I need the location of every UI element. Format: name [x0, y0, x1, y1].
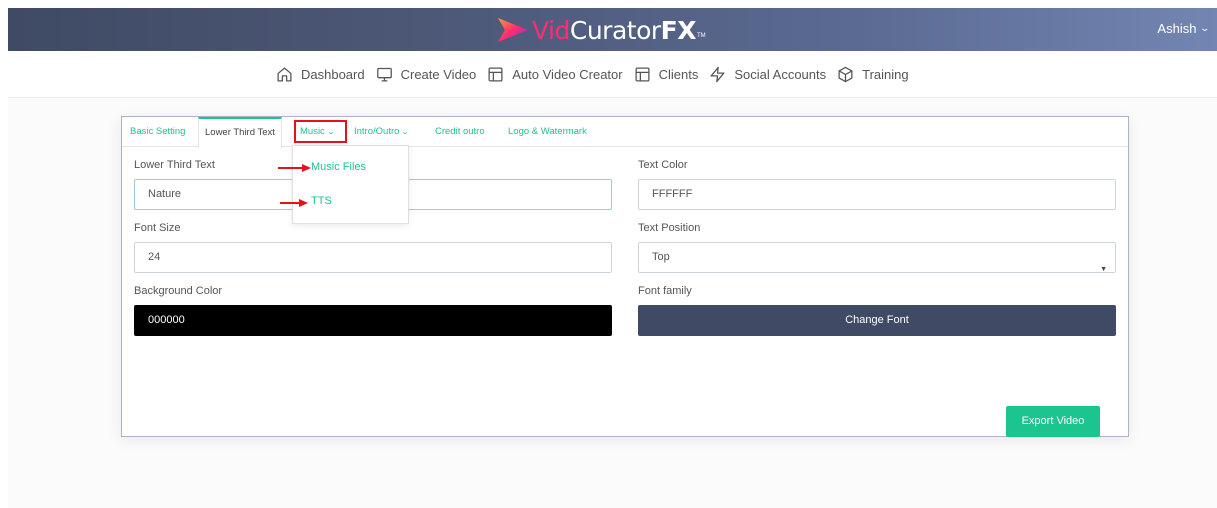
- logo-text-vid: Vid: [532, 15, 570, 45]
- logo-play-icon: [498, 18, 528, 42]
- nav-label: Clients: [658, 67, 699, 82]
- background-color-label: Background Color: [134, 285, 223, 297]
- user-name: Ashish: [1157, 21, 1197, 36]
- logo-text-fx: FX: [660, 15, 697, 45]
- export-video-button[interactable]: Export Video: [1006, 406, 1100, 437]
- tab-credit-outro[interactable]: Credit outro: [435, 117, 485, 147]
- change-font-button[interactable]: Change Font: [638, 305, 1116, 336]
- lower-third-text-label: Lower Third Text: [134, 159, 215, 171]
- annotation-highlight-box: [294, 120, 347, 143]
- text-position-label: Text Position: [638, 222, 701, 234]
- zap-icon: [710, 66, 725, 83]
- nav-label: Social Accounts: [734, 67, 827, 82]
- chevron-down-icon: ⌄: [401, 129, 410, 136]
- logo-text-curator: Curator: [569, 15, 661, 45]
- text-color-label: Text Color: [638, 159, 688, 171]
- music-dropdown-menu: Music Files TTS: [292, 145, 409, 224]
- menu-item-music-files[interactable]: Music Files: [311, 161, 366, 173]
- logo-trademark: TM: [697, 33, 706, 39]
- main-nav: Dashboard Create Video Auto Video Creato…: [8, 51, 1217, 98]
- font-size-input[interactable]: 24: [134, 242, 612, 273]
- background-color-input[interactable]: 000000: [134, 305, 612, 336]
- annotation-arrow-icon: [280, 199, 308, 207]
- app-logo[interactable]: VidCuratorFX TM: [496, 14, 706, 46]
- tab-basic-setting[interactable]: Basic Setting: [130, 117, 185, 147]
- tab-intro-outro[interactable]: Intro/Outro ⌄: [354, 117, 410, 147]
- video-settings-card: Basic Setting Lower Third Text Music ⌄ In…: [121, 116, 1129, 437]
- chevron-down-icon: ⌄: [1199, 23, 1211, 33]
- user-menu[interactable]: Ashish ⌄: [1157, 21, 1211, 36]
- text-color-input[interactable]: FFFFFF: [638, 179, 1116, 210]
- font-family-label: Font family: [638, 285, 692, 297]
- font-size-label: Font Size: [134, 222, 181, 234]
- tab-logo-watermark[interactable]: Logo & Watermark: [508, 117, 587, 147]
- home-icon: [277, 67, 292, 82]
- nav-item-dashboard[interactable]: Dashboard: [276, 66, 365, 83]
- layout-icon: [488, 67, 503, 82]
- nav-item-auto-video-creator[interactable]: Auto Video Creator: [487, 66, 623, 83]
- monitor-icon: [376, 67, 392, 82]
- nav-label: Create Video: [400, 67, 477, 82]
- nav-item-clients[interactable]: Clients: [634, 66, 699, 83]
- nav-label: Dashboard: [301, 67, 365, 82]
- tab-lower-third-text[interactable]: Lower Third Text: [198, 117, 282, 148]
- settings-tabs: Basic Setting Lower Third Text Music ⌄ In…: [122, 117, 1128, 148]
- text-position-select[interactable]: Top ▼: [638, 242, 1116, 273]
- nav-item-create-video[interactable]: Create Video: [376, 66, 477, 83]
- nav-item-training[interactable]: Training: [837, 66, 909, 83]
- nav-label: Training: [862, 67, 909, 82]
- top-bar: VidCuratorFX TM Ashish ⌄: [8, 8, 1217, 51]
- layout-icon: [635, 67, 650, 82]
- nav-item-social-accounts[interactable]: Social Accounts: [709, 66, 826, 83]
- annotation-arrow-icon: [278, 164, 311, 172]
- text-position-value: Top: [652, 251, 670, 263]
- box-icon: [838, 66, 853, 83]
- menu-item-tts[interactable]: TTS: [311, 195, 332, 207]
- tab-intro-outro-label: Intro/Outro: [354, 126, 400, 137]
- caret-down-icon: ▼: [1100, 266, 1107, 273]
- nav-label: Auto Video Creator: [512, 67, 623, 82]
